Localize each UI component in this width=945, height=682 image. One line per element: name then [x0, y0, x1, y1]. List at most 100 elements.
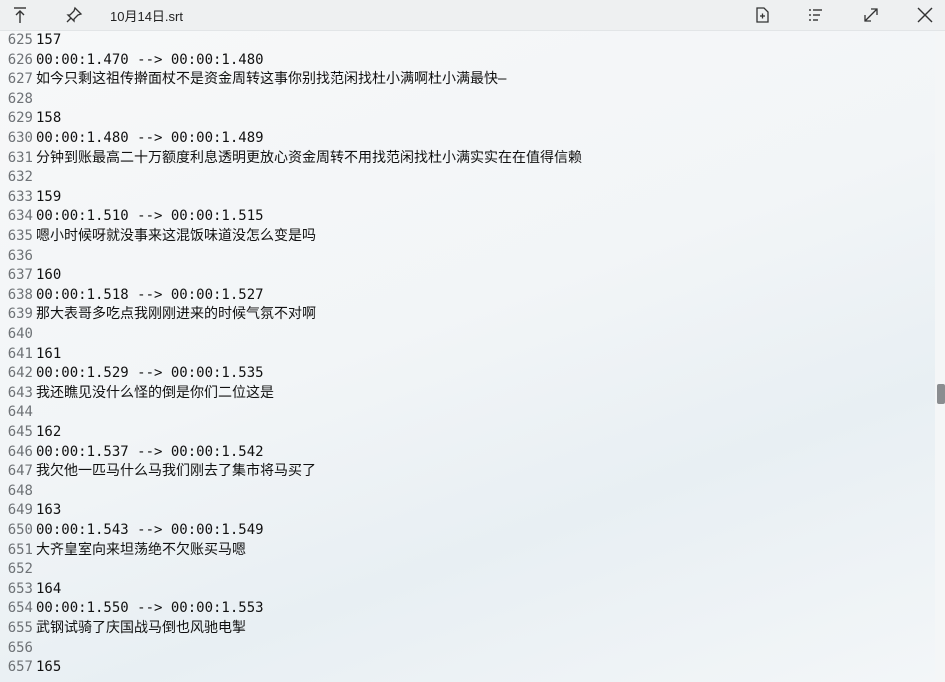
line-text[interactable]: 我还瞧见没什么怪的倒是你们二位这是 — [36, 385, 274, 401]
line-number: 636 — [7, 247, 33, 264]
editor-line[interactable]: 629 158 — [0, 109, 935, 129]
line-text[interactable]: 164 — [36, 581, 61, 597]
line-number: 628 — [7, 90, 33, 107]
line-number: 642 — [7, 365, 33, 382]
line-number: 645 — [7, 424, 33, 440]
line-number: 646 — [7, 443, 33, 460]
line-number: 632 — [7, 169, 33, 186]
line-number: 625 — [7, 32, 33, 48]
line-text[interactable]: 嗯小时候呀就没事来这混饭味道没怎么变是吗 — [36, 228, 316, 244]
editor-line[interactable]: 646 00:00:1.537 --> 00:00:1.542 — [0, 443, 935, 463]
line-number: 637 — [7, 267, 33, 284]
vertical-scrollbar[interactable] — [935, 31, 945, 682]
editor-line[interactable]: 632 — [0, 168, 935, 188]
line-number: 653 — [7, 580, 33, 597]
text-editor[interactable]: 625 157 626 00:00:1.470 --> 00:00:1.480 627 如… — [0, 31, 935, 682]
list-icon[interactable] — [806, 5, 826, 25]
line-number: 635 — [7, 228, 33, 244]
window-title: 10月14日.srt — [110, 9, 183, 24]
line-text[interactable]: 我欠他一匹马什么马我们刚去了集市将马买了 — [36, 463, 316, 479]
line-number: 650 — [7, 522, 33, 538]
editor-line[interactable]: 648 — [0, 482, 935, 502]
line-number: 644 — [7, 404, 33, 421]
editor-line[interactable]: 638 00:00:1.518 --> 00:00:1.527 — [0, 286, 935, 306]
editor-line[interactable]: 649 163 — [0, 501, 935, 521]
editor-line[interactable]: 654 00:00:1.550 --> 00:00:1.553 — [0, 599, 935, 619]
editor-line[interactable]: 642 00:00:1.529 --> 00:00:1.535 — [0, 364, 935, 384]
line-text[interactable]: 大齐皇室向来坦荡绝不欠账买马嗯 — [36, 542, 246, 558]
editor-line[interactable]: 639 那大表哥多吃点我刚刚进来的时候气氛不对啊 — [0, 305, 935, 325]
editor-line[interactable]: 645 162 — [0, 423, 935, 443]
line-text[interactable]: 武钢试骑了庆国战马倒也风驰电掣 — [36, 620, 246, 636]
line-number: 634 — [7, 208, 33, 225]
line-text[interactable]: 159 — [36, 189, 61, 205]
line-text[interactable]: 00:00:1.480 --> 00:00:1.489 — [36, 130, 264, 146]
editor-line[interactable]: 627 如今只剩这祖传擀面杖不是资金周转这事你别找范闲找杜小满啊杜小满最快— — [0, 70, 935, 90]
line-number: 649 — [7, 502, 33, 519]
line-number: 641 — [7, 345, 33, 362]
editor-line[interactable]: 640 — [0, 325, 935, 345]
line-number: 627 — [7, 71, 33, 88]
line-number: 629 — [7, 110, 33, 127]
line-number: 657 — [7, 659, 33, 676]
editor-line[interactable]: 655 武钢试骑了庆国战马倒也风驰电掣 — [0, 619, 935, 639]
line-text[interactable]: 00:00:1.470 --> 00:00:1.480 — [36, 52, 264, 68]
pin-top-icon[interactable] — [10, 5, 30, 25]
line-text[interactable]: 00:00:1.529 --> 00:00:1.535 — [36, 365, 264, 381]
editor-line[interactable]: 625 157 — [0, 31, 935, 51]
line-text[interactable]: 如今只剩这祖传擀面杖不是资金周转这事你别找范闲找杜小满啊杜小满最快— — [36, 71, 506, 87]
scrollbar-thumb[interactable] — [937, 384, 945, 404]
close-icon[interactable] — [915, 5, 935, 25]
line-text[interactable]: 分钟到账最高二十万额度利息透明更放心资金周转不用找范闲找杜小满实实在在值得信赖 — [36, 150, 582, 166]
line-text[interactable]: 157 — [36, 32, 61, 48]
editor-line[interactable]: 633 159 — [0, 188, 935, 208]
line-text[interactable]: 158 — [36, 110, 61, 126]
pushpin-icon[interactable] — [64, 5, 84, 25]
editor-line[interactable]: 641 161 — [0, 345, 935, 365]
line-number: 652 — [7, 561, 33, 578]
line-number: 638 — [7, 286, 33, 303]
save-icon[interactable] — [752, 5, 772, 25]
editor-line[interactable]: 653 164 — [0, 580, 935, 600]
line-number: 631 — [7, 149, 33, 166]
editor-line[interactable]: 643 我还瞧见没什么怪的倒是你们二位这是 — [0, 384, 935, 404]
line-text[interactable]: 00:00:1.518 --> 00:00:1.527 — [36, 287, 264, 303]
editor-line[interactable]: 652 — [0, 560, 935, 580]
line-text[interactable]: 160 — [36, 267, 61, 283]
line-number: 640 — [7, 326, 33, 342]
editor-line[interactable]: 657 165 — [0, 658, 935, 678]
editor-line[interactable]: 626 00:00:1.470 --> 00:00:1.480 — [0, 51, 935, 71]
line-text[interactable]: 00:00:1.510 --> 00:00:1.515 — [36, 208, 264, 224]
editor-line[interactable]: 637 160 — [0, 266, 935, 286]
editor-line[interactable]: 647 我欠他一匹马什么马我们刚去了集市将马买了 — [0, 462, 935, 482]
line-number: 648 — [7, 482, 33, 499]
line-text[interactable]: 165 — [36, 659, 61, 675]
line-text[interactable]: 162 — [36, 424, 61, 440]
line-number: 654 — [7, 600, 33, 617]
line-text[interactable]: 00:00:1.550 --> 00:00:1.553 — [36, 600, 264, 616]
editor-line[interactable]: 650 00:00:1.543 --> 00:00:1.549 — [0, 521, 935, 541]
line-number: 647 — [7, 463, 33, 480]
editor-line[interactable]: 634 00:00:1.510 --> 00:00:1.515 — [0, 207, 935, 227]
line-number: 643 — [7, 384, 33, 401]
line-number: 655 — [7, 620, 33, 636]
editor-line[interactable]: 631 分钟到账最高二十万额度利息透明更放心资金周转不用找范闲找杜小满实实在在值得… — [0, 149, 935, 169]
editor-line[interactable]: 635 嗯小时候呀就没事来这混饭味道没怎么变是吗 — [0, 227, 935, 247]
line-text[interactable]: 00:00:1.543 --> 00:00:1.549 — [36, 522, 264, 538]
editor-line[interactable]: 644 — [0, 403, 935, 423]
editor-line[interactable]: 651 大齐皇室向来坦荡绝不欠账买马嗯 — [0, 541, 935, 561]
line-text[interactable]: 163 — [36, 502, 61, 518]
line-text[interactable]: 00:00:1.537 --> 00:00:1.542 — [36, 444, 264, 460]
editor-line[interactable]: 630 00:00:1.480 --> 00:00:1.489 — [0, 129, 935, 149]
line-text[interactable]: 那大表哥多吃点我刚刚进来的时候气氛不对啊 — [36, 306, 316, 322]
editor-line[interactable]: 628 — [0, 90, 935, 110]
line-number: 626 — [7, 51, 33, 68]
editor-line[interactable]: 636 — [0, 247, 935, 267]
editor-line[interactable]: 656 — [0, 639, 935, 659]
line-text[interactable]: 161 — [36, 346, 61, 362]
line-number: 656 — [7, 639, 33, 656]
title-bar: 10月14日.srt — [0, 0, 945, 31]
line-number: 651 — [7, 541, 33, 558]
line-number: 639 — [7, 306, 33, 323]
expand-icon[interactable] — [861, 5, 881, 25]
